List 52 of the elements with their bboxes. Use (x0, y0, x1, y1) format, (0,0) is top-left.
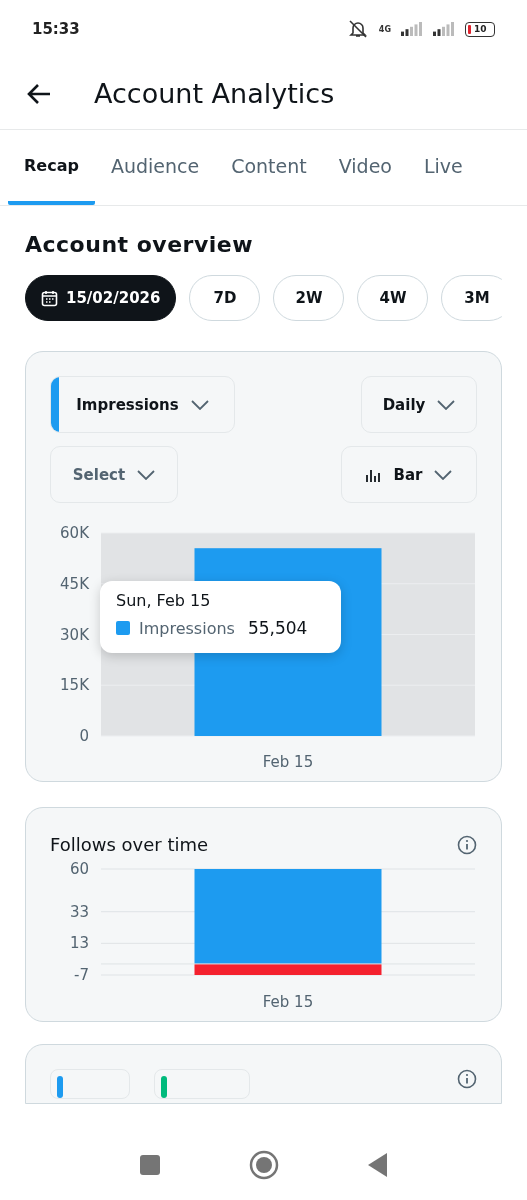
axis-label: 33 (69, 902, 89, 921)
axis-label: 0 (79, 727, 89, 745)
axis-label: Feb 15 (262, 993, 314, 1011)
range-chip[interactable]: 4W (357, 275, 429, 321)
interval-dropdown[interactable]: Daily (361, 376, 477, 433)
axis-label: 15K (60, 676, 89, 695)
tab[interactable]: Content (215, 130, 323, 205)
axis-label: 30K (60, 625, 89, 644)
back-arrow-icon[interactable] (26, 82, 52, 105)
signal-icon (401, 22, 423, 36)
chevron-down-icon (437, 399, 456, 410)
axis-label: 60 (69, 860, 89, 878)
metric-chip[interactable] (154, 1069, 250, 1099)
axis-label: Feb 15 (262, 753, 314, 771)
axis-label: 13 (69, 934, 89, 953)
card-title: Follows over time (50, 834, 209, 855)
battery-percent: 10 (474, 24, 487, 34)
info-icon[interactable] (457, 1069, 477, 1089)
range-chip[interactable]: 3M (441, 275, 502, 321)
status-time: 15:33 (32, 20, 80, 38)
muted-bell-icon (346, 19, 369, 39)
tab[interactable]: Recap (8, 130, 95, 205)
chevron-down-icon (137, 469, 156, 480)
axis-label: 45K (60, 574, 89, 593)
tooltip-date: Sun, Feb 15 (116, 591, 212, 610)
home-button-icon[interactable] (248, 1150, 279, 1180)
section-title: Account overview (24, 231, 255, 257)
range-chip[interactable]: 15/02/2026 (25, 275, 177, 321)
compare-dropdown[interactable]: Select (50, 446, 178, 503)
metric-dropdown[interactable]: Impressions (50, 376, 235, 433)
page-title: Account Analytics (94, 78, 335, 109)
axis-label: 60K (60, 524, 89, 542)
chevron-down-icon (434, 469, 453, 480)
network-type: 4G (378, 24, 391, 34)
tooltip-value: 55,504 (247, 618, 308, 638)
info-icon[interactable] (457, 834, 477, 855)
tab[interactable]: Audience (94, 130, 216, 205)
recents-button-icon[interactable] (138, 1154, 161, 1176)
tooltip-series: Impressions (139, 618, 235, 638)
chevron-down-icon (190, 399, 209, 410)
back-button-icon[interactable] (366, 1152, 389, 1178)
range-chip[interactable]: 2W (273, 275, 345, 321)
tab[interactable]: Video (322, 130, 408, 205)
tab[interactable]: Live (407, 130, 479, 205)
signal-icon (433, 22, 455, 36)
axis-label: -7 (74, 966, 89, 984)
metric-chip[interactable] (50, 1069, 130, 1099)
range-chip[interactable]: 7D (189, 275, 261, 321)
chart-type-dropdown[interactable]: Bar (341, 446, 477, 503)
calendar-icon (41, 289, 58, 307)
battery-fill (468, 24, 471, 34)
bar-chart-icon (365, 467, 382, 482)
